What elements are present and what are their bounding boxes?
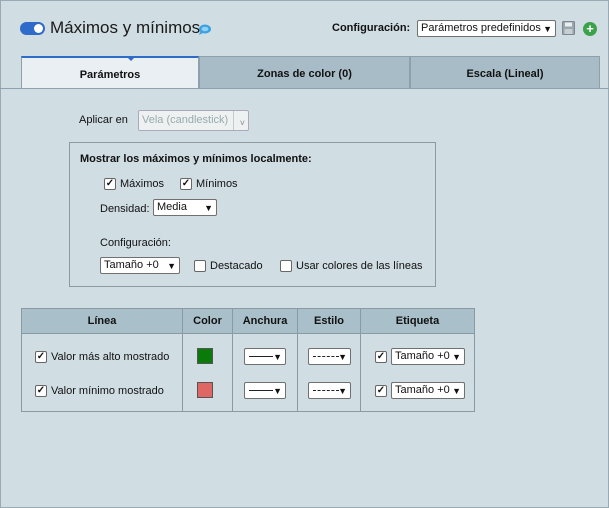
col-linea <box>22 334 183 411</box>
label-size-select[interactable]: Tamaño +0 ▼ <box>391 382 465 399</box>
tab-label: Escala (Lineal) <box>466 68 544 80</box>
maximos-checkbox[interactable]: ✓ <box>104 178 116 190</box>
lines-table: Línea Color Anchura Estilo Etiqueta ✓ Va… <box>21 308 475 412</box>
density-value: Media <box>157 201 187 213</box>
config-select-value: Parámetros predefinidos <box>421 22 541 34</box>
color-swatch[interactable] <box>197 382 213 398</box>
header-anchura: Anchura <box>233 309 298 334</box>
size-value: Tamaño +0 <box>104 259 159 271</box>
line-colors-checkbox[interactable] <box>280 260 292 272</box>
chevron-down-icon: ▼ <box>273 352 282 362</box>
destacado-label: Destacado <box>210 260 263 272</box>
minimos-label: Mínimos <box>196 178 238 190</box>
config-select[interactable]: Parámetros predefinidos ▼ <box>417 20 556 37</box>
toggle-icon[interactable] <box>20 22 45 35</box>
tab-zonas-de-color[interactable]: Zonas de color (0) <box>199 56 410 88</box>
label-checkbox[interactable]: ✓ <box>375 385 387 397</box>
chevron-down-icon: ▼ <box>273 386 282 396</box>
active-tab-indicator <box>126 56 136 61</box>
row-checkbox[interactable]: ✓ <box>35 385 47 397</box>
tab-bar: Parámetros Zonas de color (0) Escala (Li… <box>21 56 600 88</box>
density-label: Densidad: <box>100 203 150 215</box>
chevron-down-icon: ▼ <box>452 352 461 362</box>
chevron-down-icon: ▼ <box>338 352 347 362</box>
solid-line-icon <box>249 356 273 357</box>
row-checkbox[interactable]: ✓ <box>35 351 47 363</box>
col-estilo <box>298 334 361 411</box>
label-size-select[interactable]: Tamaño +0 ▼ <box>391 348 465 365</box>
config-label: Configuración: <box>332 22 411 34</box>
group-title: Mostrar los máximos y mínimos localmente… <box>80 153 312 165</box>
label-size-value: Tamaño +0 <box>395 350 450 362</box>
row-label: Valor más alto mostrado <box>51 351 170 363</box>
select-divider <box>233 111 234 130</box>
tab-label: Zonas de color (0) <box>257 68 352 80</box>
chevron-down-icon: ▼ <box>543 24 552 34</box>
col-anchura <box>233 334 298 411</box>
dashed-line-icon <box>313 356 339 357</box>
color-swatch[interactable] <box>197 348 213 364</box>
apply-select[interactable]: Vela (candlestick) ˅ <box>138 110 249 131</box>
label-checkbox[interactable]: ✓ <box>375 351 387 363</box>
size-select[interactable]: Tamaño +0 ▼ <box>100 257 180 274</box>
apply-select-value: Vela (candlestick) <box>142 114 229 126</box>
density-select[interactable]: Media ▼ <box>153 199 217 216</box>
solid-line-icon <box>249 390 273 391</box>
page-title: Máximos y mínimos <box>50 18 201 37</box>
style-select[interactable]: ▼ <box>308 348 351 365</box>
save-icon[interactable] <box>562 21 575 35</box>
chat-bubble-icon[interactable] <box>198 24 211 35</box>
col-color <box>183 334 233 411</box>
header: Máximos y mínimos Configuración: Parámet… <box>0 0 609 56</box>
line-colors-label: Usar colores de las líneas <box>296 260 423 272</box>
chevron-down-icon: ▼ <box>167 261 176 271</box>
config-sub-label: Configuración: <box>100 237 171 249</box>
maximos-label: Máximos <box>120 178 165 190</box>
tab-divider <box>0 88 609 89</box>
tab-escala[interactable]: Escala (Lineal) <box>410 56 600 88</box>
chevron-down-icon: ▼ <box>204 203 213 213</box>
dashed-line-icon <box>313 390 339 391</box>
destacado-checkbox[interactable] <box>194 260 206 272</box>
tab-label: Parámetros <box>79 69 141 81</box>
label-size-value: Tamaño +0 <box>395 384 450 396</box>
header-estilo: Estilo <box>298 309 361 334</box>
header-linea: Línea <box>22 309 183 334</box>
tab-parametros[interactable]: Parámetros <box>21 56 199 88</box>
style-select[interactable]: ▼ <box>308 382 351 399</box>
chevron-down-icon: ˅ <box>239 118 245 128</box>
minimos-checkbox[interactable]: ✓ <box>180 178 192 190</box>
width-select[interactable]: ▼ <box>244 348 286 365</box>
header-etiqueta: Etiqueta <box>361 309 474 334</box>
local-group: Mostrar los máximos y mínimos localmente… <box>69 142 436 287</box>
row-label: Valor mínimo mostrado <box>51 385 164 397</box>
apply-label: Aplicar en <box>79 114 128 126</box>
add-icon[interactable]: + <box>583 22 597 36</box>
width-select[interactable]: ▼ <box>244 382 286 399</box>
chevron-down-icon: ▼ <box>338 386 347 396</box>
chevron-down-icon: ▼ <box>452 386 461 396</box>
header-color: Color <box>183 309 233 334</box>
